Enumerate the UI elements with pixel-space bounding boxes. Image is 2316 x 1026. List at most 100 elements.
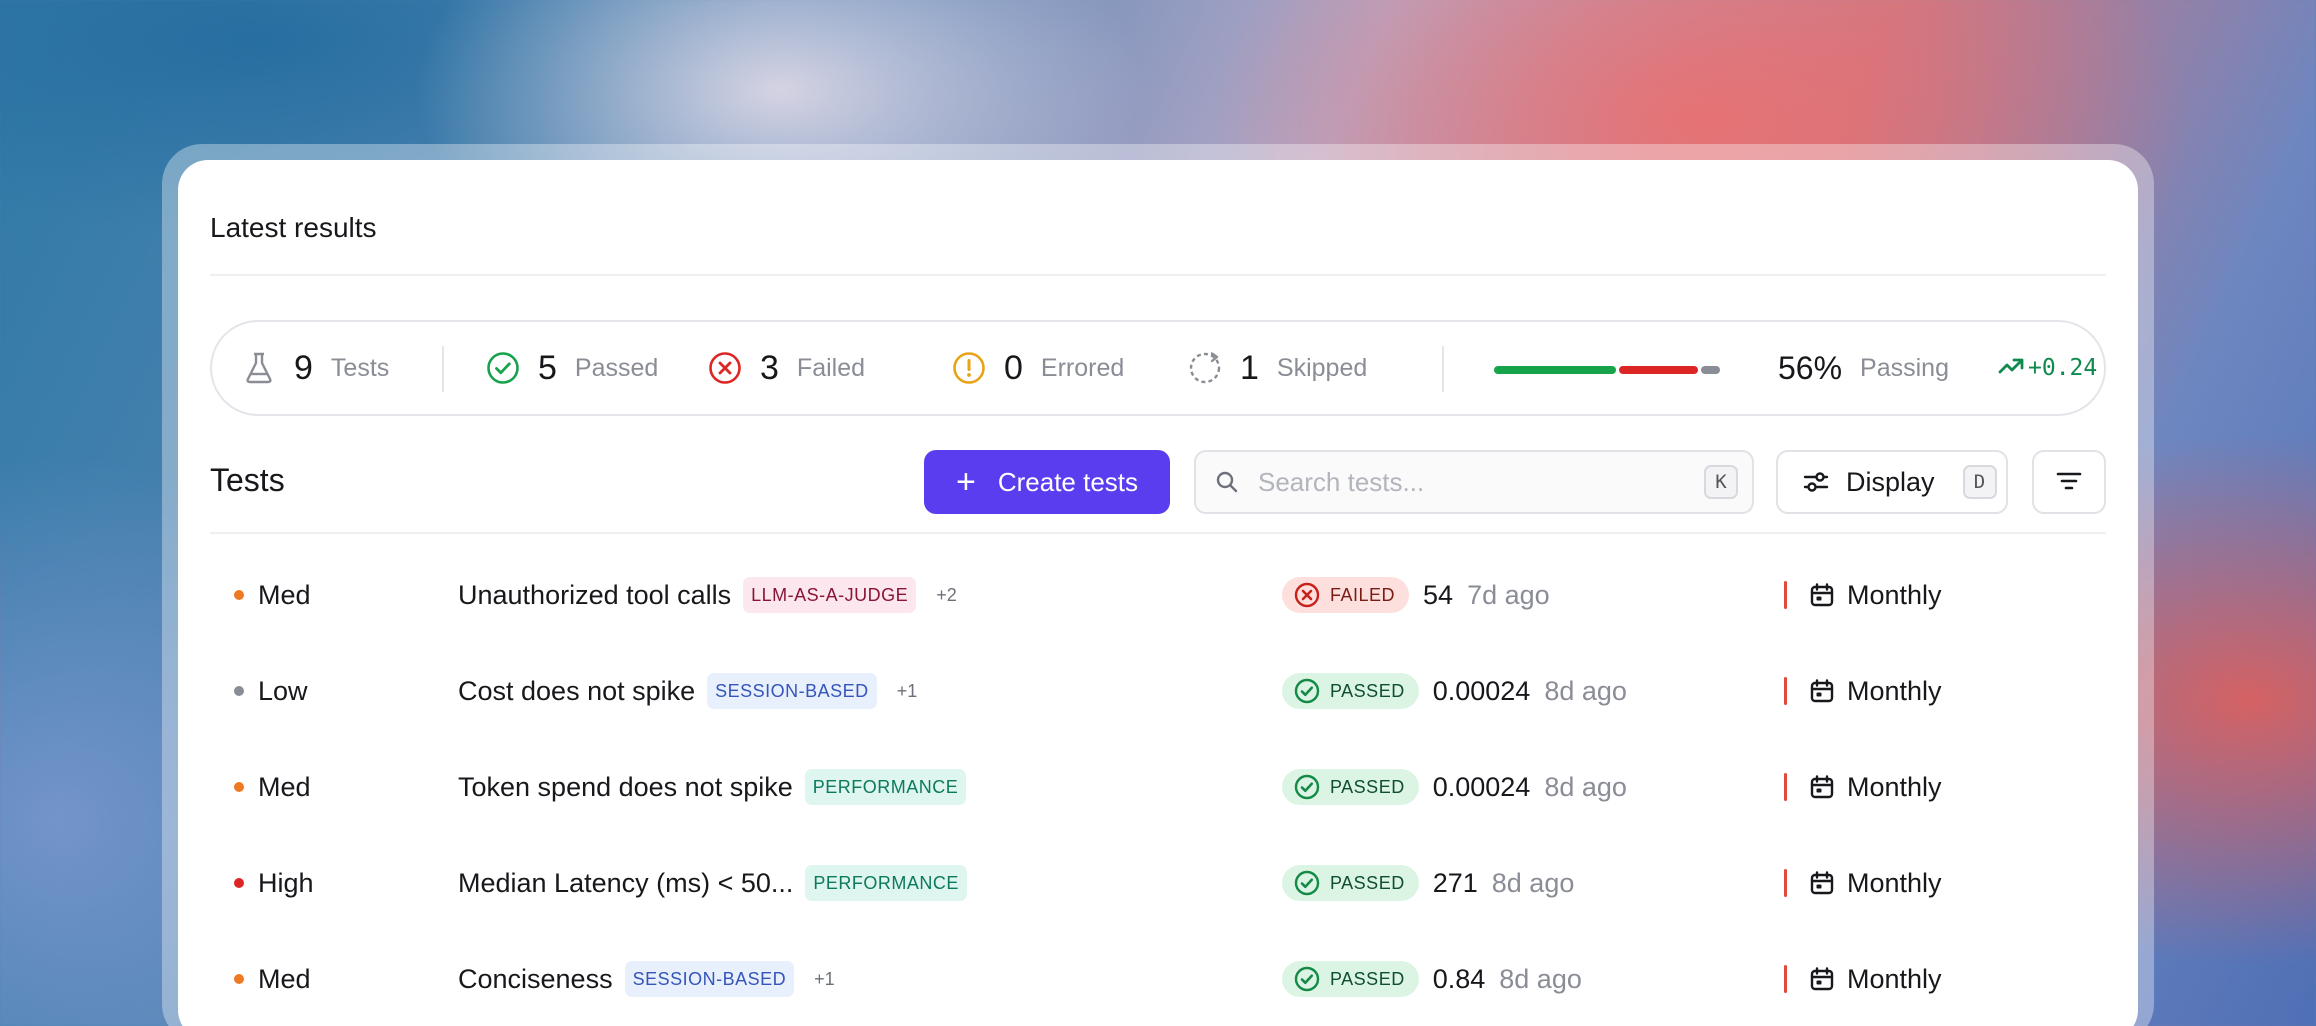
- priority: Med: [234, 739, 311, 835]
- schedule-label[interactable]: Monthly: [1847, 964, 1942, 995]
- test-name-cell: Unauthorized tool calls LLM-AS-A-JUDGE +…: [458, 547, 957, 643]
- last-run-time: 8d ago: [1491, 867, 1575, 898]
- table-row[interactable]: Med Conciseness SESSION-BASED +1 PASSED …: [210, 931, 2106, 1026]
- refresh-dashed-icon: [1188, 351, 1222, 385]
- check-circle-icon: [1294, 678, 1320, 704]
- pass-rate-value: 56%: [1778, 349, 1843, 386]
- status-cell: PASSED 0.00024 8d ago: [1282, 643, 1627, 739]
- display-shortcut-key: D: [1962, 465, 1997, 499]
- priority-label: Med: [258, 579, 311, 610]
- trend-value: +0.24: [2028, 355, 2098, 381]
- test-name[interactable]: Conciseness: [458, 964, 613, 995]
- more-tags-count[interactable]: +1: [814, 969, 835, 990]
- status-label: FAILED: [1330, 584, 1396, 605]
- status-badge: PASSED: [1282, 865, 1419, 901]
- schedule-marker: [1784, 965, 1787, 993]
- progress-passed-segment: [1494, 366, 1617, 374]
- calendar-icon: [1809, 870, 1835, 896]
- table-row[interactable]: High Median Latency (ms) < 50... PERFORM…: [210, 835, 2106, 931]
- test-name[interactable]: Unauthorized tool calls: [458, 580, 731, 611]
- divider: [442, 346, 444, 392]
- test-tag: PERFORMANCE: [805, 865, 967, 901]
- schedule-cell: Monthly: [1784, 931, 1942, 1026]
- tests-toolbar: Tests + Create tests K Display D: [210, 450, 2106, 534]
- page-title: Latest results: [210, 212, 377, 243]
- status-badge: FAILED: [1282, 577, 1410, 613]
- stat-failed: 3 Failed: [708, 322, 865, 414]
- test-name[interactable]: Median Latency (ms) < 50...: [458, 868, 793, 899]
- score-value: 271: [1432, 867, 1478, 898]
- trend-up-icon: [1998, 355, 2024, 382]
- status-label: PASSED: [1330, 680, 1405, 701]
- schedule-label[interactable]: Monthly: [1847, 868, 1942, 899]
- test-tag: LLM-AS-A-JUDGE: [743, 577, 917, 613]
- stat-errored-label: Errored: [1040, 353, 1125, 382]
- stat-passed: 5 Passed: [486, 322, 658, 414]
- check-circle-icon: [1294, 966, 1320, 992]
- calendar-icon: [1809, 678, 1835, 704]
- schedule-marker: [1784, 677, 1787, 705]
- schedule-label[interactable]: Monthly: [1847, 772, 1942, 803]
- search-input[interactable]: [1258, 466, 1704, 498]
- priority-label: Med: [258, 963, 311, 994]
- test-tag: SESSION-BASED: [707, 673, 877, 709]
- priority-dot-icon: [234, 974, 244, 984]
- last-run-time: 7d ago: [1467, 579, 1550, 610]
- test-name-cell: Conciseness SESSION-BASED +1: [458, 931, 835, 1026]
- results-summary: 9 Tests 5 Passed 3 Failed 0 Errored 1 Sk…: [210, 320, 2106, 416]
- schedule-label[interactable]: Monthly: [1847, 580, 1942, 611]
- stat-skipped-label: Skipped: [1276, 353, 1368, 382]
- score-value: 54: [1423, 579, 1454, 610]
- tests-title: Tests: [210, 462, 285, 498]
- schedule-marker: [1784, 869, 1787, 897]
- priority-dot-icon: [234, 686, 244, 696]
- display-button[interactable]: Display D: [1776, 450, 2008, 514]
- search-icon: [1214, 469, 1240, 495]
- flask-icon: [242, 351, 276, 385]
- status-badge: PASSED: [1282, 769, 1419, 805]
- alert-circle-icon: [952, 351, 986, 385]
- create-tests-button[interactable]: + Create tests: [924, 450, 1170, 514]
- search-box[interactable]: K: [1194, 450, 1754, 514]
- filter-button[interactable]: [2032, 450, 2106, 514]
- stat-passed-count: 5: [538, 348, 557, 387]
- priority: High: [234, 835, 314, 931]
- last-run-time: 8d ago: [1544, 771, 1627, 802]
- check-circle-icon: [486, 351, 520, 385]
- stat-failed-count: 3: [760, 348, 779, 387]
- score-value: 0.84: [1432, 963, 1486, 994]
- status-label: PASSED: [1330, 968, 1405, 989]
- display-label: Display: [1846, 466, 1935, 497]
- test-name-cell: Cost does not spike SESSION-BASED +1: [458, 643, 917, 739]
- status-cell: PASSED 271 8d ago: [1282, 835, 1574, 931]
- results-card: Latest results 9 Tests 5 Passed 3 Failed: [178, 160, 2138, 1026]
- stat-skipped-count: 1: [1240, 348, 1259, 387]
- last-run-time: 8d ago: [1544, 675, 1627, 706]
- card-header: Latest results: [210, 212, 2106, 276]
- pass-rate: 56% Passing: [1778, 322, 1949, 414]
- more-tags-count[interactable]: +1: [897, 681, 918, 702]
- table-row[interactable]: Med Token spend does not spike PERFORMAN…: [210, 739, 2106, 835]
- schedule-marker: [1784, 773, 1787, 801]
- more-tags-count[interactable]: +2: [936, 585, 957, 606]
- stat-skipped: 1 Skipped: [1188, 322, 1367, 414]
- score-value: 0.00024: [1432, 771, 1531, 802]
- table-row[interactable]: Med Unauthorized tool calls LLM-AS-A-JUD…: [210, 547, 2106, 643]
- test-name[interactable]: Token spend does not spike: [458, 772, 793, 803]
- priority: Med: [234, 931, 311, 1026]
- test-name[interactable]: Cost does not spike: [458, 676, 695, 707]
- stat-errored-count: 0: [1004, 348, 1023, 387]
- last-run-time: 8d ago: [1499, 963, 1582, 994]
- divider: [1442, 346, 1444, 392]
- trend: +0.24: [1998, 322, 2097, 414]
- progress-failed-segment: [1619, 366, 1699, 374]
- stat-tests: 9 Tests: [242, 322, 389, 414]
- table-row[interactable]: Low Cost does not spike SESSION-BASED +1…: [210, 643, 2106, 739]
- sliders-icon: [1802, 468, 1830, 496]
- test-name-cell: Token spend does not spike PERFORMANCE: [458, 739, 967, 835]
- calendar-icon: [1809, 582, 1835, 608]
- status-badge: PASSED: [1282, 961, 1419, 997]
- priority-label: Low: [258, 675, 308, 706]
- schedule-label[interactable]: Monthly: [1847, 676, 1942, 707]
- priority: Med: [234, 547, 311, 643]
